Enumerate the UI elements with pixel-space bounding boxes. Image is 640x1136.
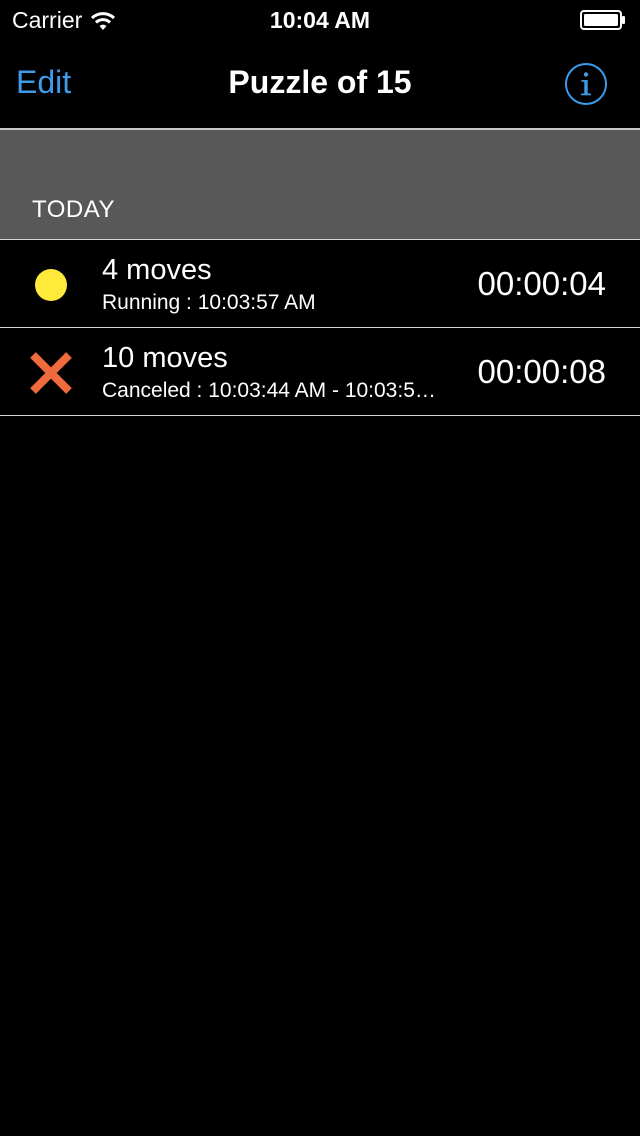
info-icon[interactable] [564,62,608,106]
history-table: 4 moves Running : 10:03:57 AM 00:00:04 1… [0,239,640,416]
page-title: Puzzle of 15 [228,64,412,100]
section-title: TODAY [32,196,115,223]
navigation-bar: Edit Puzzle of 15 [0,40,640,130]
row-title: 4 moves [102,254,212,286]
section-header: TODAY [0,130,640,239]
canceled-x-icon [30,352,72,394]
row-title: 10 moves [102,342,228,374]
status-time: 10:04 AM [269,7,371,33]
table-row[interactable]: 4 moves Running : 10:03:57 AM 00:00:04 [0,239,640,327]
table-row[interactable]: 10 moves Canceled : 10:03:44 AM - 10:03:… [0,327,640,416]
row-subtitle: Canceled : 10:03:44 AM - 10:03:5… [102,379,436,402]
row-elapsed-time: 00:00:04 [477,265,606,302]
battery-icon [580,10,625,30]
status-bar: Carrier 10:04 AM [0,0,640,40]
row-elapsed-time: 00:00:08 [477,353,606,390]
running-dot-icon [35,269,67,301]
row-subtitle: Running : 10:03:57 AM [102,291,316,314]
